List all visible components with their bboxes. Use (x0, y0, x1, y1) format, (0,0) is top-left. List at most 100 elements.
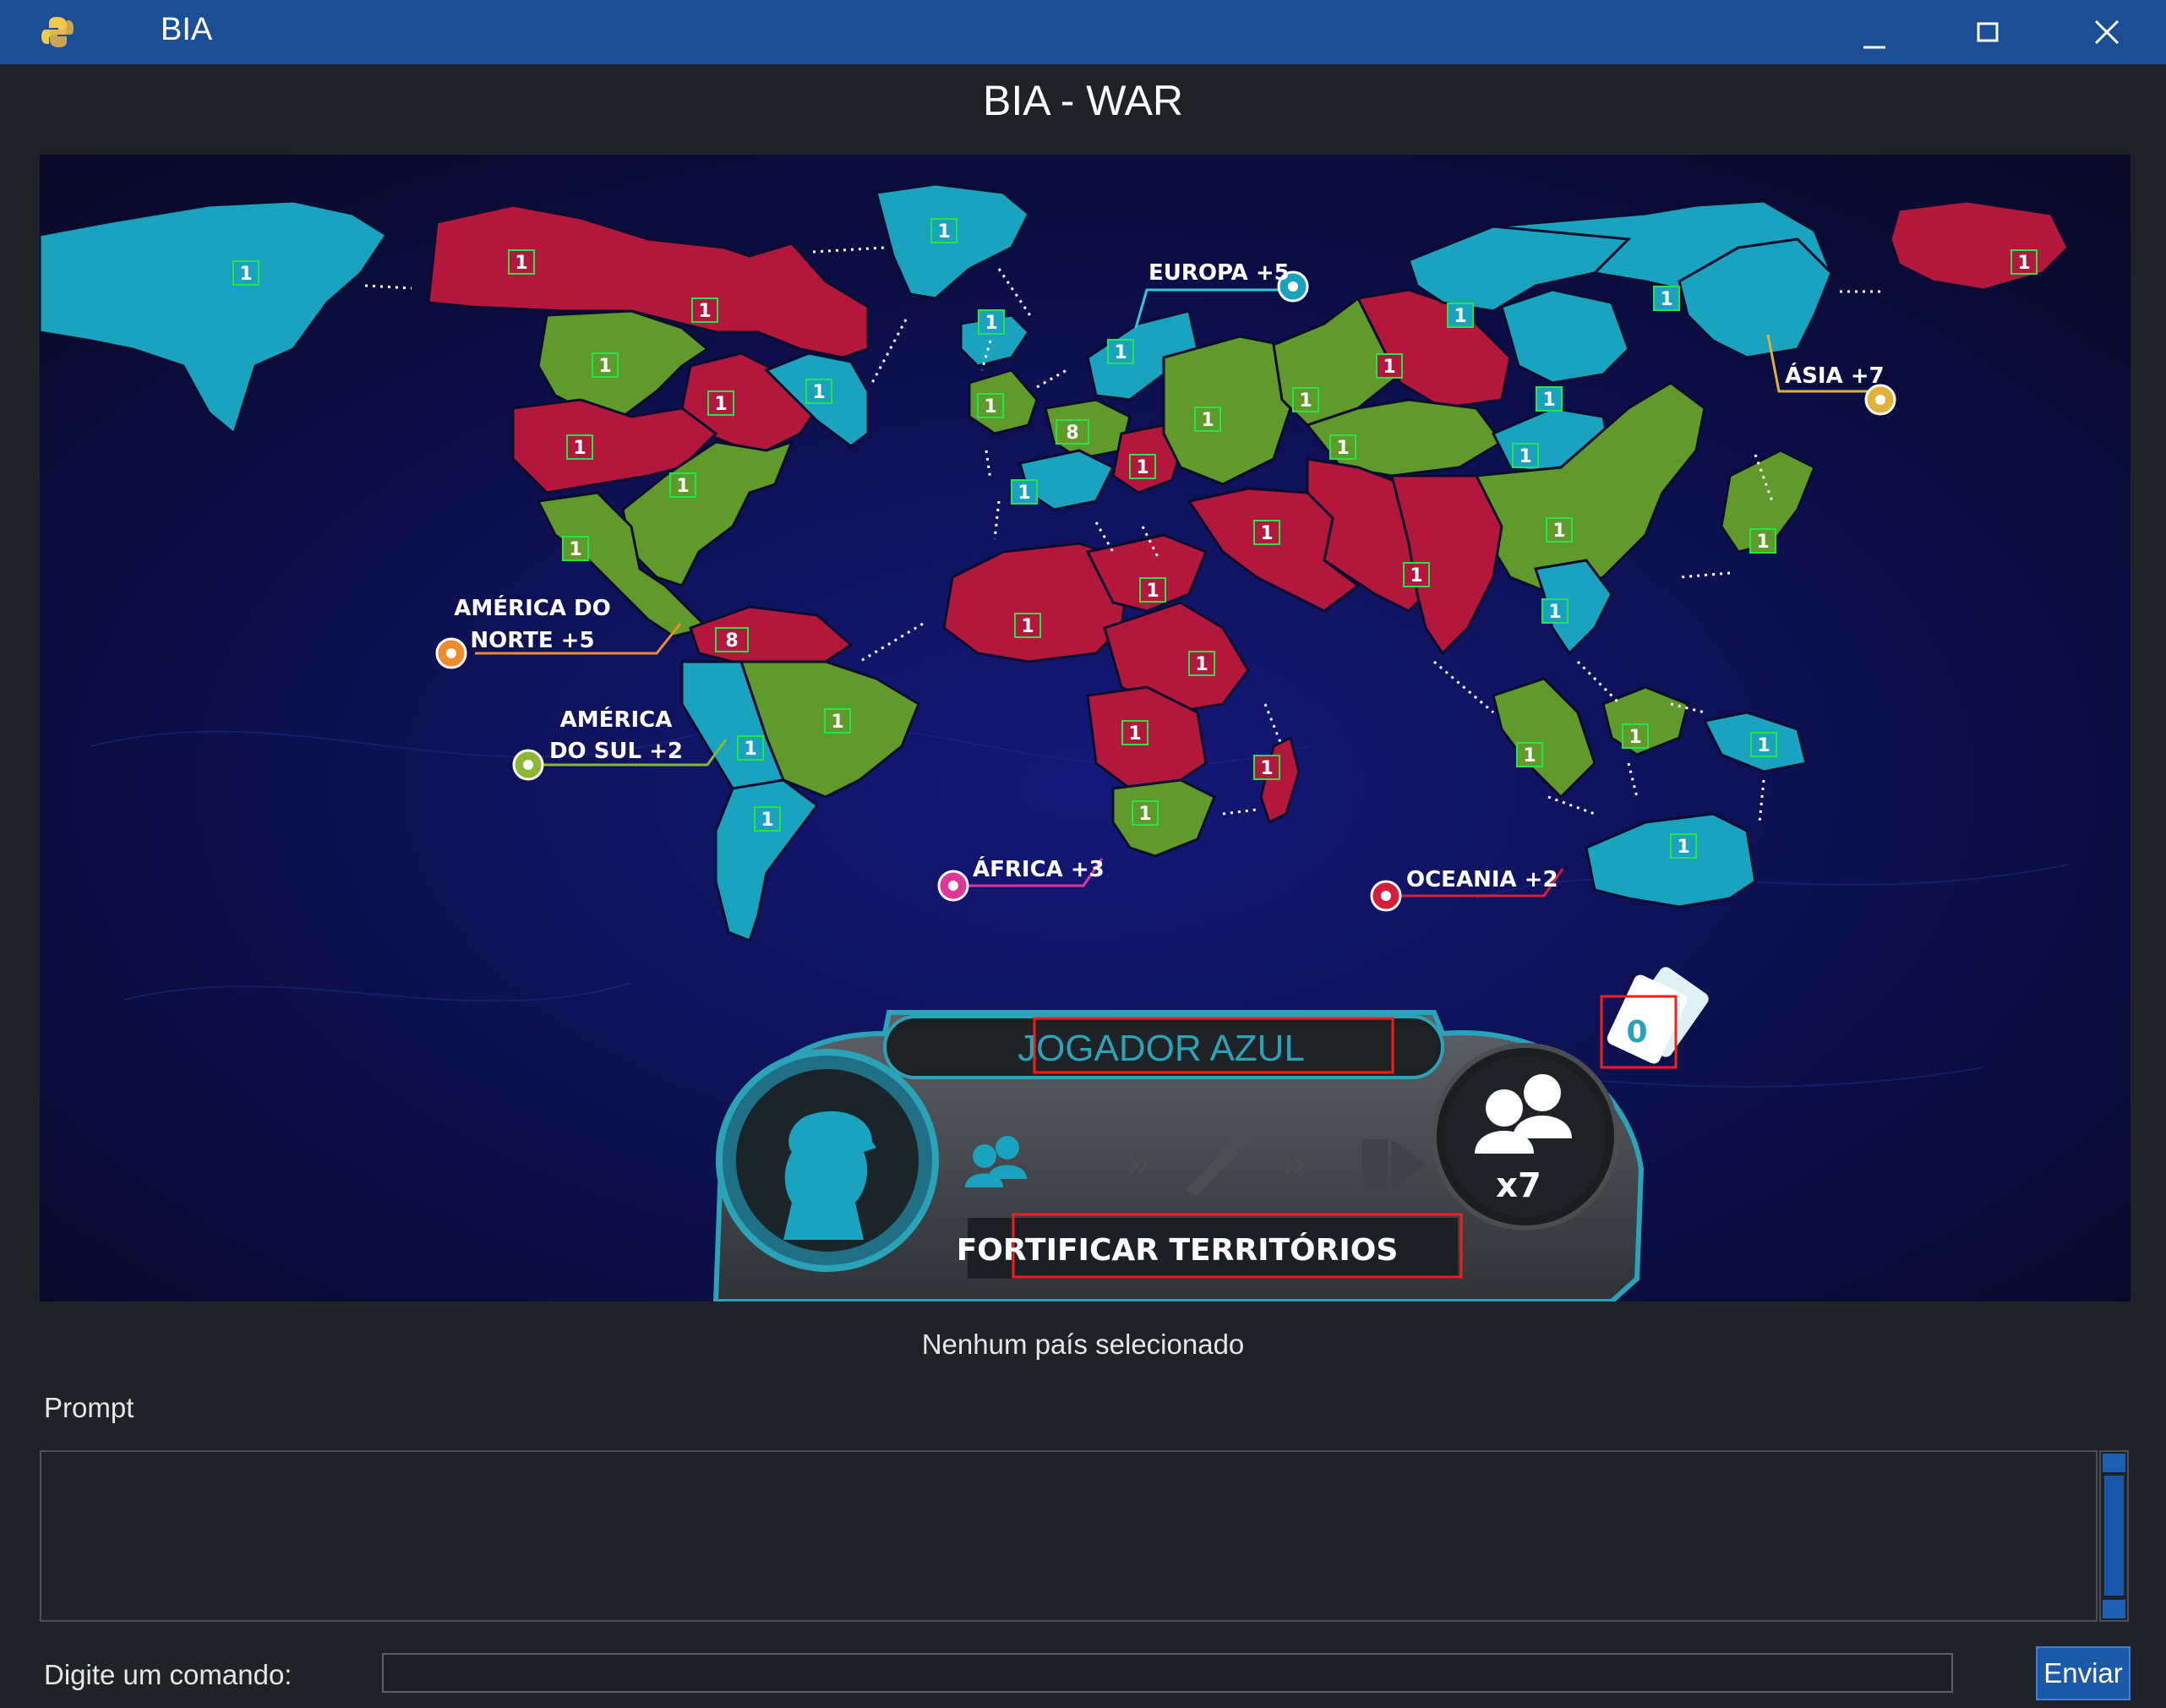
window-title: BIA (161, 12, 213, 47)
territory-sudao[interactable]: 1 (1188, 651, 1215, 676)
prompt-scrollbar[interactable] (2099, 1450, 2129, 1622)
territory-australia[interactable]: 1 (1670, 833, 1697, 859)
territory-aral[interactable]: 1 (1329, 434, 1356, 460)
territory-mackenzie[interactable]: 1 (508, 249, 535, 275)
svg-text:1: 1 (1523, 745, 1536, 767)
america-norte-bonus-label-2: NORTE +5 (470, 628, 594, 653)
territory-omsk[interactable]: 1 (1376, 353, 1403, 379)
svg-text:1: 1 (1136, 457, 1148, 478)
territory-oriente-medio[interactable]: 1 (1253, 520, 1280, 545)
territory-franca[interactable]: 8 (1056, 419, 1089, 445)
america-norte-bonus-label-1: AMÉRICA DO (454, 594, 610, 621)
svg-text:1: 1 (239, 264, 252, 285)
territory-nova-york[interactable]: 1 (669, 472, 696, 498)
svg-text:1: 1 (714, 394, 727, 415)
svg-text:1: 1 (1260, 523, 1273, 544)
svg-text:1: 1 (1021, 616, 1034, 637)
maximize-button[interactable] (1929, 0, 2047, 64)
territory-siberia[interactable]: 1 (1653, 286, 1680, 311)
territory-vietna[interactable]: 1 (1541, 598, 1569, 624)
territory-egito[interactable]: 1 (1139, 577, 1166, 603)
territory-argelia[interactable]: 1 (1014, 613, 1041, 638)
svg-text:1: 1 (1757, 735, 1770, 756)
command-input[interactable] (382, 1653, 1953, 1693)
svg-text:1: 1 (1542, 390, 1555, 411)
territory-mongolia[interactable]: 1 (1512, 443, 1539, 468)
asia-bonus-label: ÁSIA +7 (1785, 362, 1885, 389)
troops-remaining-button[interactable]: x7 (1432, 1043, 1619, 1231)
america-sul-bonus-label-2: DO SUL +2 (549, 739, 683, 764)
territory-argentina[interactable]: 1 (754, 806, 781, 832)
svg-text:1: 1 (1018, 483, 1030, 504)
territory-brasil[interactable]: 1 (824, 708, 851, 734)
territory-japao[interactable]: 1 (1749, 528, 1776, 554)
chevrons-icon: » (1126, 1140, 1150, 1187)
territory-suecia[interactable]: 1 (1107, 339, 1134, 364)
close-button[interactable] (2048, 0, 2166, 64)
svg-text:1: 1 (1548, 602, 1561, 623)
territory-california[interactable]: 1 (566, 434, 593, 460)
svg-text:1: 1 (1260, 758, 1273, 779)
territory-alemanha[interactable]: 1 (1129, 454, 1156, 479)
territory-inglaterra[interactable]: 1 (977, 393, 1004, 418)
territory-groenlandia-east[interactable]: 1 (805, 379, 832, 404)
svg-text:1: 1 (515, 253, 527, 274)
territory-groenlandia[interactable]: 1 (930, 218, 958, 243)
territory-ottawa[interactable]: 1 (592, 352, 619, 378)
scroll-thumb[interactable] (2104, 1476, 2124, 1596)
africa-bonus-label: ÁFRICA +3 (973, 855, 1105, 882)
territory-vladivostok[interactable]: 1 (2011, 249, 2038, 275)
world-map[interactable]: EUROPA +5 ÁSIA +7 AMÉRICA DO NORTE +5 AM… (40, 155, 2131, 1301)
python-app-icon (41, 17, 74, 47)
prompt-output-area[interactable] (40, 1450, 2098, 1622)
svg-text:1: 1 (1629, 727, 1641, 748)
territory-congo[interactable]: 1 (1121, 720, 1148, 745)
territory-islandia[interactable]: 1 (978, 309, 1005, 335)
minimize-button[interactable] (1815, 0, 1934, 64)
territory-dudinka[interactable]: 1 (1447, 303, 1474, 328)
territory-alaska[interactable]: 1 (232, 260, 259, 286)
territory-borneo[interactable]: 1 (1622, 723, 1649, 749)
svg-text:1: 1 (1660, 289, 1672, 310)
svg-text:1: 1 (984, 396, 996, 417)
svg-text:1: 1 (698, 301, 711, 322)
svg-text:1: 1 (1677, 837, 1689, 858)
svg-text:1: 1 (676, 476, 689, 497)
svg-text:1: 1 (1552, 521, 1565, 542)
territory-mexico[interactable]: 1 (562, 536, 589, 561)
svg-text:1: 1 (1383, 357, 1395, 378)
svg-text:1: 1 (937, 221, 950, 243)
send-button[interactable]: Enviar (2036, 1646, 2131, 1700)
svg-text:8: 8 (725, 630, 738, 652)
territory-moscou[interactable]: 1 (1292, 387, 1319, 412)
svg-text:1: 1 (2017, 253, 2030, 274)
title-bar: BIA (0, 0, 2166, 64)
svg-text:8: 8 (1066, 423, 1078, 444)
territory-india[interactable]: 1 (1403, 562, 1430, 587)
europa-bonus-label: EUROPA +5 (1148, 260, 1290, 286)
svg-text:1: 1 (569, 539, 581, 560)
territory-peru[interactable]: 1 (737, 735, 764, 761)
scroll-up-button[interactable] (2103, 1454, 2125, 1472)
svg-text:1: 1 (1336, 438, 1349, 459)
svg-text:1: 1 (1201, 410, 1214, 431)
territory-portugal[interactable]: 1 (1011, 479, 1038, 505)
svg-text:1: 1 (1138, 804, 1151, 825)
scroll-down-button[interactable] (2103, 1600, 2125, 1618)
svg-text:1: 1 (831, 712, 843, 733)
territory-vancouver[interactable]: 1 (691, 297, 718, 323)
territory-sumatra[interactable]: 1 (1516, 742, 1543, 767)
phase-label: FORTIFICAR TERRITÓRIOS (957, 1232, 1399, 1268)
troops-count: x7 (1496, 1166, 1541, 1205)
svg-text:1: 1 (985, 313, 997, 334)
territory-polonia[interactable]: 1 (1194, 407, 1221, 432)
player-name: JOGADOR AZUL (1018, 1028, 1305, 1069)
territory-madagascar[interactable]: 1 (1253, 755, 1280, 780)
territory-china[interactable]: 1 (1546, 517, 1573, 543)
territory-nova-guine[interactable]: 1 (1750, 732, 1777, 757)
territory-africa-sul[interactable]: 1 (1132, 800, 1159, 826)
svg-text:1: 1 (1519, 446, 1531, 467)
territory-labrador[interactable]: 1 (707, 390, 734, 416)
territory-venezuela[interactable]: 8 (715, 627, 749, 652)
territory-tchita[interactable]: 1 (1536, 386, 1563, 412)
